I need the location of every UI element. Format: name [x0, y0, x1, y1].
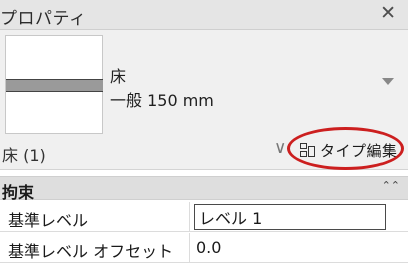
type-preview-image: [5, 35, 103, 134]
group-header-constraints[interactable]: 拘束 ⌃⌃: [0, 176, 408, 202]
base-level-field[interactable]: [194, 204, 386, 230]
family-name: 床: [110, 67, 127, 86]
palette-titlebar: プロパティ ✕: [0, 0, 408, 30]
column-divider: [189, 233, 190, 263]
close-icon[interactable]: ✕: [380, 2, 396, 24]
group-header-label: 拘束: [2, 183, 35, 202]
edit-type-icon: [300, 142, 316, 158]
palette-title: プロパティ: [0, 9, 87, 29]
collapse-icon[interactable]: ⌃⌃: [382, 179, 400, 192]
property-name: 基準レベル: [8, 211, 89, 230]
column-divider: [189, 202, 190, 232]
chevron-down-icon[interactable]: ∨: [274, 138, 286, 158]
instance-filter-label[interactable]: 床 (1): [2, 142, 46, 166]
triangle-down-icon[interactable]: [382, 78, 394, 85]
floor-slab-graphic: [6, 79, 103, 92]
type-selector[interactable]: 床 一般 150 mm 床 (1) ∨ タイプ編集: [0, 30, 408, 170]
property-row-base-offset: 基準レベル オフセット 0.0: [0, 233, 408, 263]
edit-type-button[interactable]: タイプ編集: [300, 140, 398, 160]
property-name: 基準レベル オフセット: [8, 242, 174, 261]
property-row-base-level: 基準レベル: [0, 202, 408, 232]
base-offset-value[interactable]: 0.0: [196, 238, 221, 257]
edit-type-label: タイプ編集: [320, 141, 398, 160]
type-name: 一般 150 mm: [110, 91, 214, 110]
